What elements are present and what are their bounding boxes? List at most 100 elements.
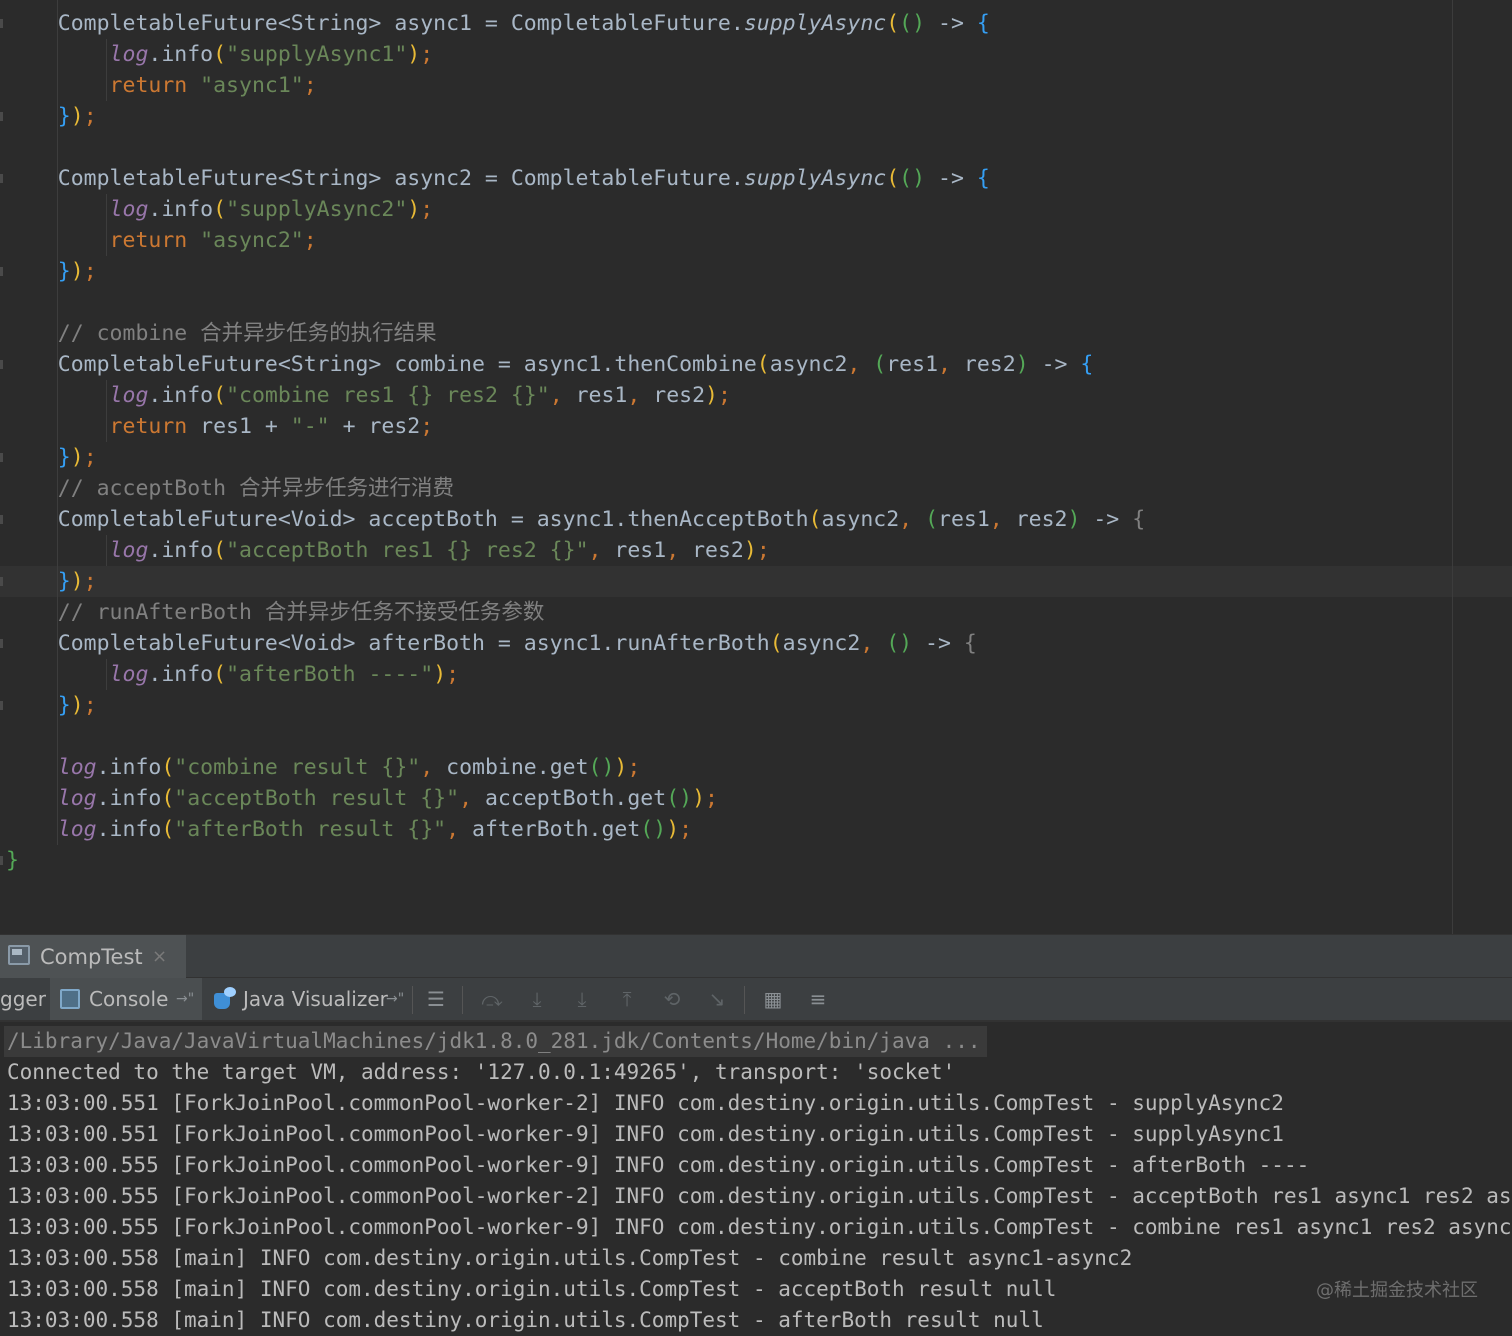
code-token: ; — [83, 693, 97, 718]
tab-debugger[interactable]: gger — [0, 978, 46, 1020]
code-token: ( — [756, 352, 770, 377]
close-icon[interactable]: × — [152, 935, 167, 979]
pin-icon[interactable]: →" — [176, 978, 194, 1020]
run-to-cursor-icon[interactable]: ↘ — [705, 987, 729, 1011]
code-token: "async2" — [200, 228, 304, 253]
console-output[interactable]: /Library/Java/JavaVirtualMachines/jdk1.8… — [0, 1022, 1512, 1336]
code-token: , — [860, 631, 887, 656]
code-token: ; — [420, 414, 434, 439]
step-into-icon[interactable]: ⤓ — [525, 987, 549, 1011]
console-line: 13:03:00.558 [main] INFO com.destiny.ori… — [7, 1277, 1057, 1301]
code-token: } — [6, 104, 71, 129]
code-token: async2 — [769, 352, 848, 377]
fold-marker[interactable] — [0, 174, 3, 183]
fold-marker[interactable] — [0, 360, 3, 369]
console-line: 13:03:00.555 [ForkJoinPool.commonPool-wo… — [7, 1215, 1512, 1239]
code-token: res1 — [938, 507, 990, 532]
code-token: ) — [692, 786, 706, 811]
run-tool-window: CompTest × gger Console →" Java Visualiz… — [0, 934, 1512, 1336]
drop-frame-icon[interactable]: ⟲ — [660, 987, 684, 1011]
tab-console[interactable]: Console →" — [50, 978, 202, 1020]
code-token: , — [899, 507, 926, 532]
code-line: return "async1"; — [6, 70, 317, 101]
step-out-icon[interactable]: ⤒ — [615, 987, 639, 1011]
code-token: return — [6, 73, 201, 98]
code-token: ; — [83, 259, 97, 284]
code-token: ( — [213, 42, 227, 67]
code-token: ( — [213, 662, 227, 687]
code-token: () — [666, 786, 693, 811]
code-line: // combine 合并异步任务的执行结果 — [6, 318, 437, 349]
run-tab-label: CompTest — [40, 945, 143, 969]
pin-icon[interactable]: →" — [386, 978, 404, 1020]
console-line: Connected to the target VM, address: '12… — [7, 1060, 956, 1084]
code-token: "afterBoth result {}" — [174, 817, 447, 842]
run-tab-comptest[interactable]: CompTest × — [0, 935, 186, 979]
trace-icon[interactable]: ≡ — [806, 987, 830, 1011]
code-token: ; — [83, 569, 97, 594]
fold-marker[interactable] — [0, 577, 3, 586]
run-config-icon — [8, 945, 30, 965]
code-token: log — [6, 786, 97, 811]
menu-icon[interactable]: ☰ — [424, 987, 448, 1011]
code-token: -> — [1080, 507, 1133, 532]
code-token: res1 — [886, 352, 939, 377]
code-token: ; — [303, 228, 317, 253]
code-token: "acceptBoth res1 {} res2 {}" — [226, 538, 589, 563]
fold-marker[interactable] — [0, 639, 3, 648]
code-token: { — [1132, 507, 1146, 532]
code-token: ( — [161, 817, 175, 842]
code-token: ; — [756, 538, 770, 563]
code-line: CompletableFuture<String> combine = asyn… — [6, 349, 1094, 380]
evaluate-expression-icon[interactable]: ▦ — [761, 987, 785, 1011]
step-over-icon[interactable]: ⤼ — [480, 987, 504, 1011]
code-line: CompletableFuture<Void> acceptBoth = asy… — [6, 504, 1145, 535]
code-token: } — [6, 259, 71, 284]
code-token: "combine result {}" — [174, 755, 421, 780]
console-command-line: /Library/Java/JavaVirtualMachines/jdk1.8… — [4, 1026, 987, 1057]
code-token: ) — [1067, 507, 1081, 532]
fold-marker[interactable] — [0, 701, 3, 710]
toolbar-separator — [412, 986, 413, 1014]
code-token: supplyAsync — [743, 166, 887, 191]
console-line: 13:03:00.555 [ForkJoinPool.commonPool-wo… — [7, 1153, 1310, 1177]
code-token: { — [976, 166, 990, 191]
code-token: ; — [717, 383, 731, 408]
code-token: } — [6, 569, 71, 594]
code-line: log.info("acceptBoth res1 {} res2 {}", r… — [6, 535, 770, 566]
code-editor[interactable]: CompletableFuture<String> async1 = Compl… — [0, 0, 1512, 934]
console-tab-label: Console — [89, 987, 169, 1011]
debugger-toolbar: gger Console →" Java Visualizer →" ☰ ⤼ ⤓… — [0, 978, 1512, 1022]
code-line: }); — [6, 442, 97, 473]
code-token: CompletableFuture<String> async2 = Compl… — [6, 166, 744, 191]
code-token: { — [963, 631, 977, 656]
fold-marker[interactable] — [0, 267, 3, 276]
fold-marker[interactable] — [0, 19, 3, 28]
code-token: res2 — [1015, 507, 1068, 532]
code-token: { — [1080, 352, 1094, 377]
console-line: 13:03:00.551 [ForkJoinPool.commonPool-wo… — [7, 1122, 1284, 1146]
force-step-into-icon[interactable]: ⤓ — [570, 987, 594, 1011]
code-token: combine.get — [446, 755, 589, 780]
code-token: .info — [148, 538, 214, 563]
code-line: log.info("combine result {}", combine.ge… — [6, 752, 641, 783]
code-token: .info — [148, 662, 214, 687]
code-token: ) — [743, 538, 757, 563]
code-line: }); — [6, 566, 97, 597]
fold-marker[interactable] — [0, 856, 3, 865]
fold-marker[interactable] — [0, 453, 3, 462]
code-token: + res2 — [329, 414, 421, 439]
code-line: // runAfterBoth 合并异步任务不接受任务参数 — [6, 597, 545, 628]
code-token: CompletableFuture<String> combine = asyn… — [6, 352, 757, 377]
code-line: CompletableFuture<Void> afterBoth = asyn… — [6, 628, 977, 659]
run-tab-bar: CompTest × — [0, 934, 1512, 979]
console-line: 13:03:00.555 [ForkJoinPool.commonPool-wo… — [7, 1184, 1512, 1208]
code-token: ( — [161, 786, 175, 811]
fold-marker[interactable] — [0, 515, 3, 524]
code-token: res1 — [614, 538, 667, 563]
fold-marker[interactable] — [0, 112, 3, 121]
code-token: // combine 合并异步任务的执行结果 — [6, 321, 437, 346]
code-line: log.info("afterBoth result {}", afterBot… — [6, 814, 692, 845]
code-token: } — [6, 848, 19, 873]
code-token: "-" — [290, 414, 330, 439]
